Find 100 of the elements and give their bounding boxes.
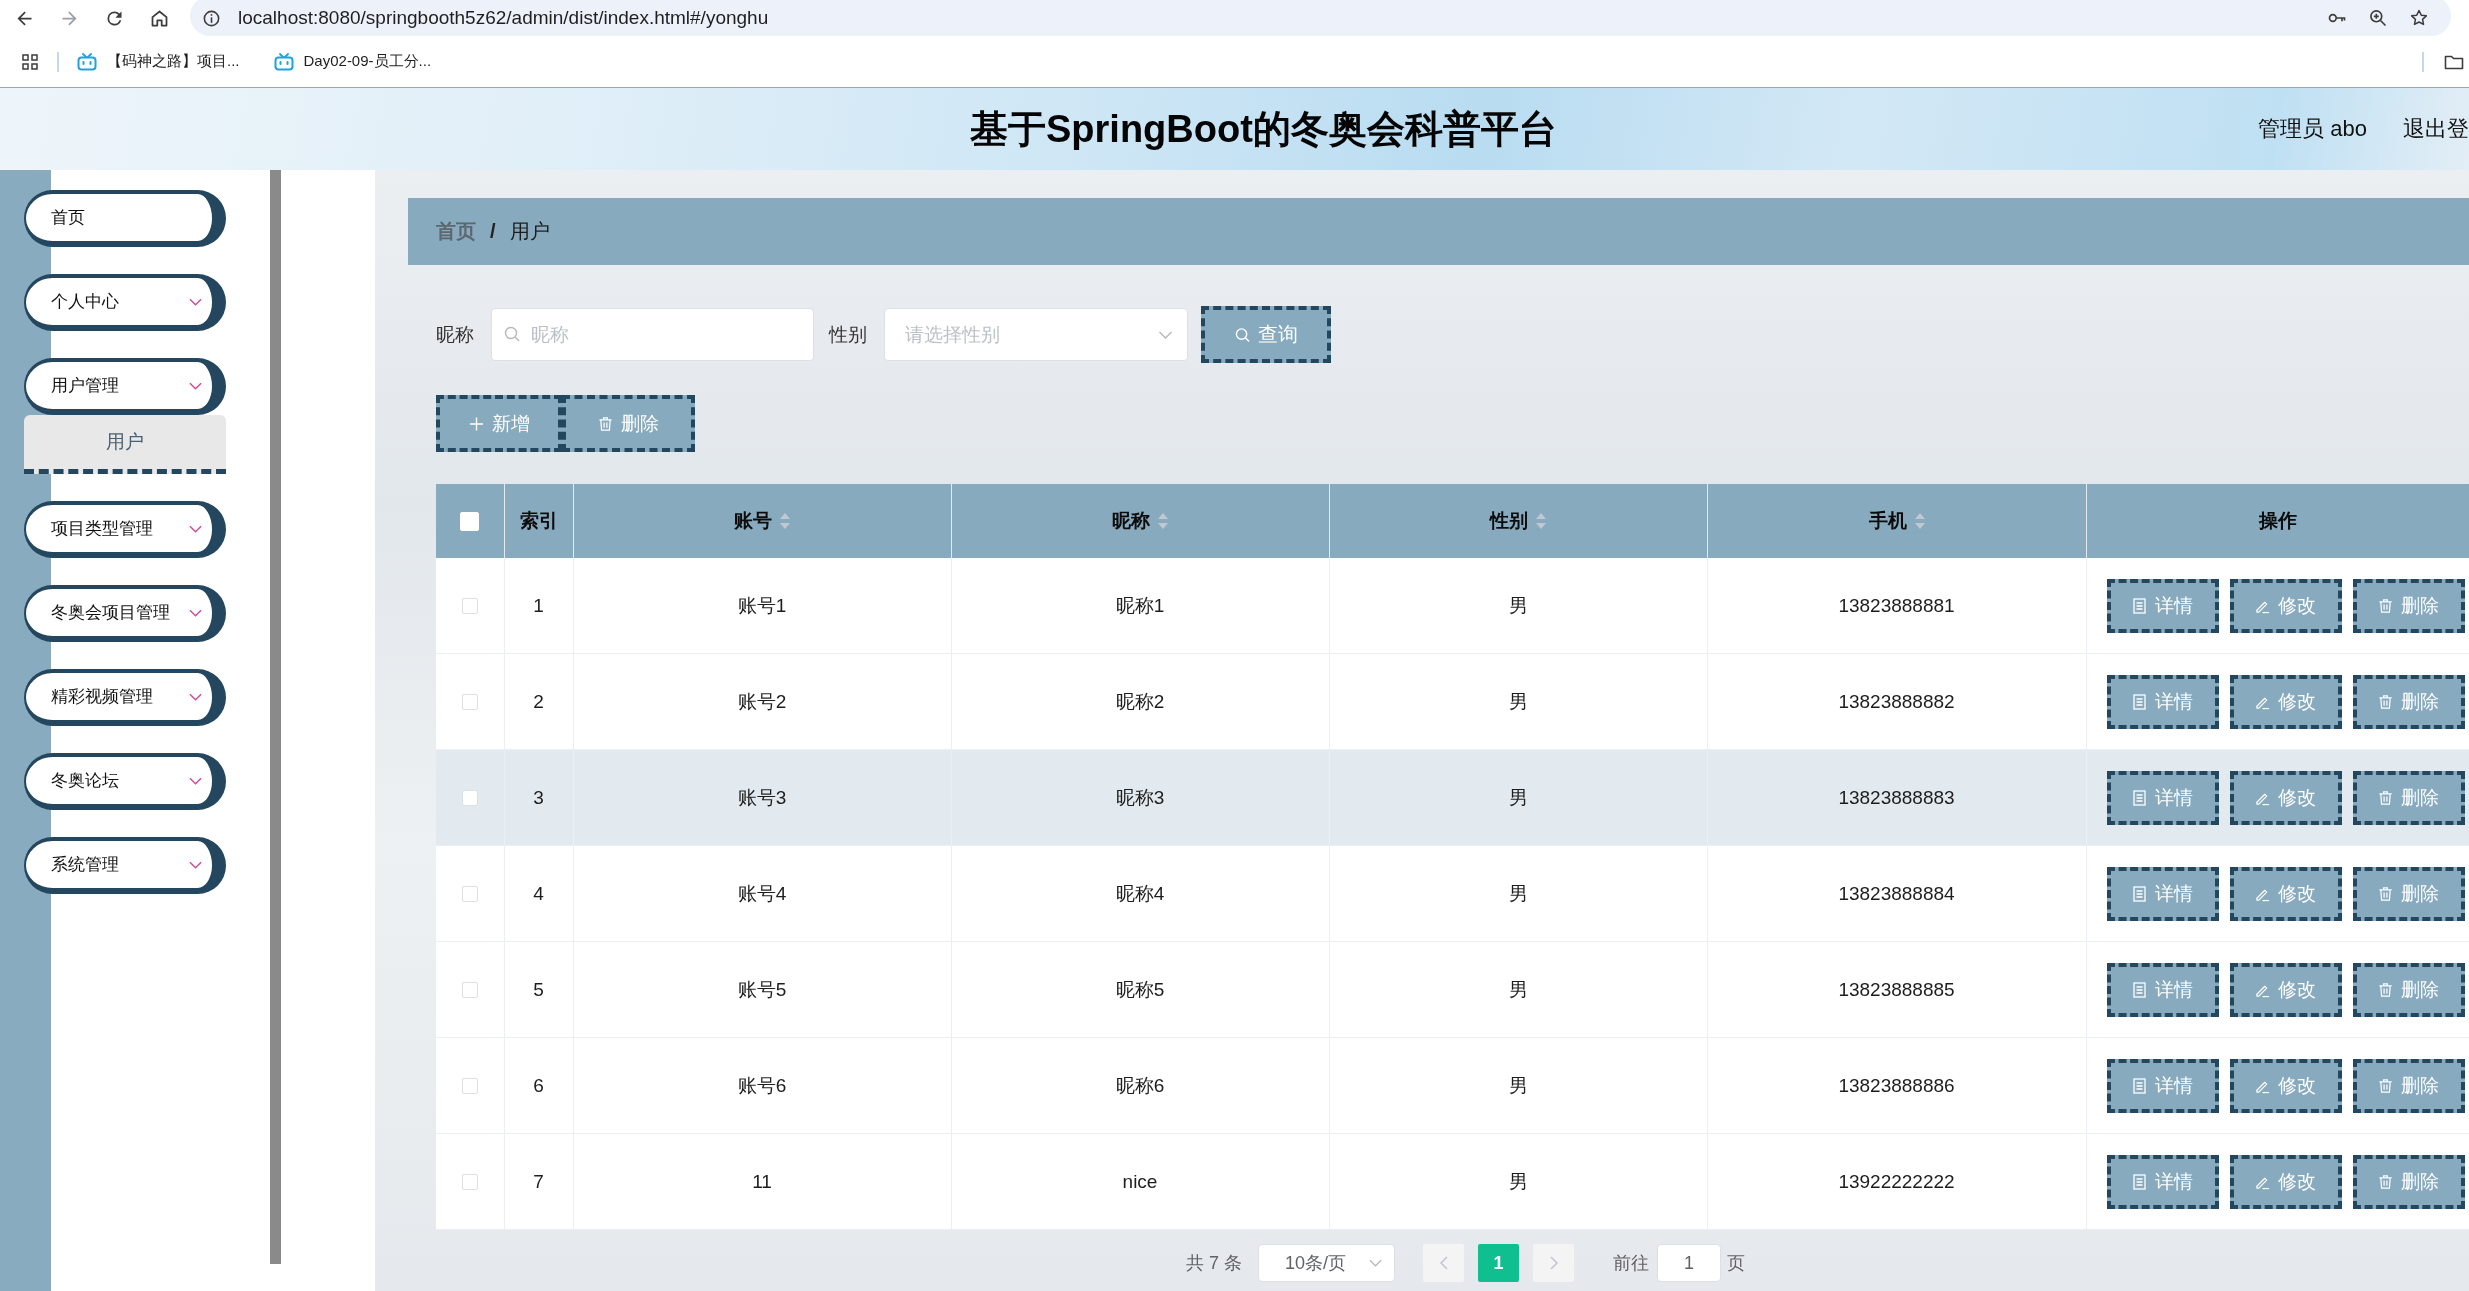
table-cell: 男: [1329, 653, 1707, 750]
select-all-checkbox[interactable]: [460, 511, 480, 531]
search-input[interactable]: 昵称: [491, 308, 814, 361]
column-header: 昵称: [1112, 509, 1150, 533]
add-button[interactable]: 新增: [436, 395, 562, 452]
edit-button[interactable]: 修改: [2229, 674, 2342, 729]
star-icon[interactable]: [2409, 8, 2429, 28]
detail-button[interactable]: 详情: [2106, 866, 2219, 921]
menu-item[interactable]: 项目类型管理: [24, 501, 226, 558]
menu-item[interactable]: 冬奥会项目管理: [24, 585, 226, 642]
table-cell: 1: [504, 558, 573, 654]
row-checkbox[interactable]: [461, 694, 478, 711]
sort-icon[interactable]: [780, 513, 790, 529]
column-header: 性别: [1490, 509, 1528, 533]
submenu-item[interactable]: 用户: [24, 415, 226, 474]
table-cell: 7: [504, 1133, 573, 1230]
table-row[interactable]: 7 11 nice 男 13922222222 详情 修改 删除: [436, 1133, 2469, 1230]
document-icon: [2132, 693, 2147, 710]
row-checkbox[interactable]: [461, 1174, 478, 1191]
delete-button[interactable]: 删除: [2352, 674, 2465, 729]
trash-icon: [2378, 597, 2393, 614]
info-icon[interactable]: [202, 8, 221, 28]
page-number-button[interactable]: 1: [1478, 1244, 1519, 1282]
row-checkbox[interactable]: [461, 886, 478, 903]
sort-icon[interactable]: [1914, 513, 1925, 529]
detail-button[interactable]: 详情: [2106, 1154, 2219, 1209]
edit-button[interactable]: 修改: [2229, 962, 2342, 1017]
edit-button[interactable]: 修改: [2229, 1154, 2342, 1209]
chevron-left-icon: [1439, 1256, 1448, 1270]
url-text[interactable]: localhost:8080/springbooth5z62/admin/dist/index.html#/yonghu: [238, 7, 769, 29]
table-row[interactable]: 4 账号4 昵称4 男 13823888884 详情 修改 删除: [436, 845, 2469, 942]
search-button[interactable]: 查询: [1201, 306, 1331, 363]
bookmark-link[interactable]: 【码神之路】项目...: [77, 52, 240, 71]
scrollbar[interactable]: [270, 170, 281, 1264]
table-row[interactable]: 6 账号6 昵称6 男 13823888886 详情 修改 删除: [436, 1037, 2469, 1134]
table-cell: 2: [504, 653, 573, 750]
table-cell: 13823888882: [1707, 653, 2086, 750]
table-cell: 13823888883: [1707, 749, 2086, 846]
table-cell: 13823888885: [1707, 941, 2086, 1038]
row-checkbox[interactable]: [461, 982, 478, 999]
row-checkbox[interactable]: [461, 1078, 478, 1095]
menu-item[interactable]: 系统管理: [24, 837, 226, 894]
page-input[interactable]: 1: [1657, 1244, 1721, 1282]
table-cell: nice: [951, 1133, 1329, 1230]
field-label: 性别: [829, 322, 867, 347]
breadcrumb-separator: /: [490, 220, 496, 243]
detail-button[interactable]: 详情: [2106, 578, 2219, 633]
edit-button[interactable]: 修改: [2229, 1058, 2342, 1113]
select-field[interactable]: 请选择性别: [884, 308, 1188, 361]
delete-button[interactable]: 删除: [2352, 1154, 2465, 1209]
table-cell: 账号6: [573, 1037, 951, 1134]
delete-button[interactable]: 删除: [2352, 1058, 2465, 1113]
detail-button[interactable]: 详情: [2106, 770, 2219, 825]
sort-icon[interactable]: [1536, 513, 1546, 529]
delete-button[interactable]: 删除: [562, 395, 695, 452]
detail-button[interactable]: 详情: [2106, 674, 2219, 729]
column-header: 索引: [519, 509, 558, 533]
chevron-down-icon: [189, 608, 202, 617]
menu-item[interactable]: 用户管理: [24, 358, 226, 415]
row-checkbox[interactable]: [461, 598, 478, 615]
menu-item[interactable]: 个人中心: [24, 274, 226, 331]
apps-grid-icon[interactable]: [22, 53, 38, 70]
page-size-select[interactable]: 10条/页: [1258, 1244, 1395, 1282]
document-icon: [2132, 981, 2147, 998]
table-cell: 13823888886: [1707, 1037, 2086, 1134]
chevron-down-icon: [1369, 1259, 1382, 1267]
delete-button[interactable]: 删除: [2352, 578, 2465, 633]
sort-icon[interactable]: [1158, 513, 1168, 529]
edit-button[interactable]: 修改: [2229, 578, 2342, 633]
menu-item[interactable]: 冬奥论坛: [24, 753, 226, 810]
table-cell: 11: [573, 1133, 951, 1230]
table-cell: 男: [1329, 845, 1707, 942]
table-cell: 男: [1329, 941, 1707, 1038]
row-checkbox[interactable]: [461, 790, 478, 807]
delete-button[interactable]: 删除: [2352, 866, 2465, 921]
edit-button[interactable]: 修改: [2229, 770, 2342, 825]
table-row[interactable]: 2 账号2 昵称2 男 13823888882 详情 修改 删除: [436, 653, 2469, 750]
search-icon: [504, 326, 520, 342]
table-row[interactable]: 5 账号5 昵称5 男 13823888885 详情 修改 删除: [436, 941, 2469, 1038]
bookmark-link[interactable]: Day02-09-员工分...: [273, 52, 432, 71]
table-row[interactable]: 1 账号1 昵称1 男 13823888881 详情 修改 删除: [436, 558, 2469, 654]
column-header: 操作: [2258, 509, 2297, 533]
logout-link[interactable]: 退出登: [2403, 114, 2469, 144]
menu-item[interactable]: 首页: [24, 190, 226, 247]
delete-button[interactable]: 删除: [2352, 962, 2465, 1017]
folder-icon[interactable]: [2444, 53, 2464, 70]
table-cell: 男: [1329, 558, 1707, 654]
breadcrumb-link[interactable]: 首页: [436, 218, 476, 245]
delete-button[interactable]: 删除: [2352, 770, 2465, 825]
detail-button[interactable]: 详情: [2106, 962, 2219, 1017]
address-bar[interactable]: localhost:8080/springbooth5z62/admin/dist/index.html#/yonghu: [190, 0, 2451, 36]
zoom-in-icon[interactable]: [2368, 8, 2388, 28]
document-icon: [2132, 1173, 2147, 1190]
table-cell: 13823888881: [1707, 558, 2086, 654]
table-row[interactable]: 3 账号3 昵称3 男 13823888883 详情 修改 删除: [436, 749, 2469, 846]
tv-icon: [77, 52, 97, 71]
menu-item[interactable]: 精彩视频管理: [24, 669, 226, 726]
total-count: 共 7 条: [1186, 1252, 1242, 1275]
detail-button[interactable]: 详情: [2106, 1058, 2219, 1113]
edit-button[interactable]: 修改: [2229, 866, 2342, 921]
